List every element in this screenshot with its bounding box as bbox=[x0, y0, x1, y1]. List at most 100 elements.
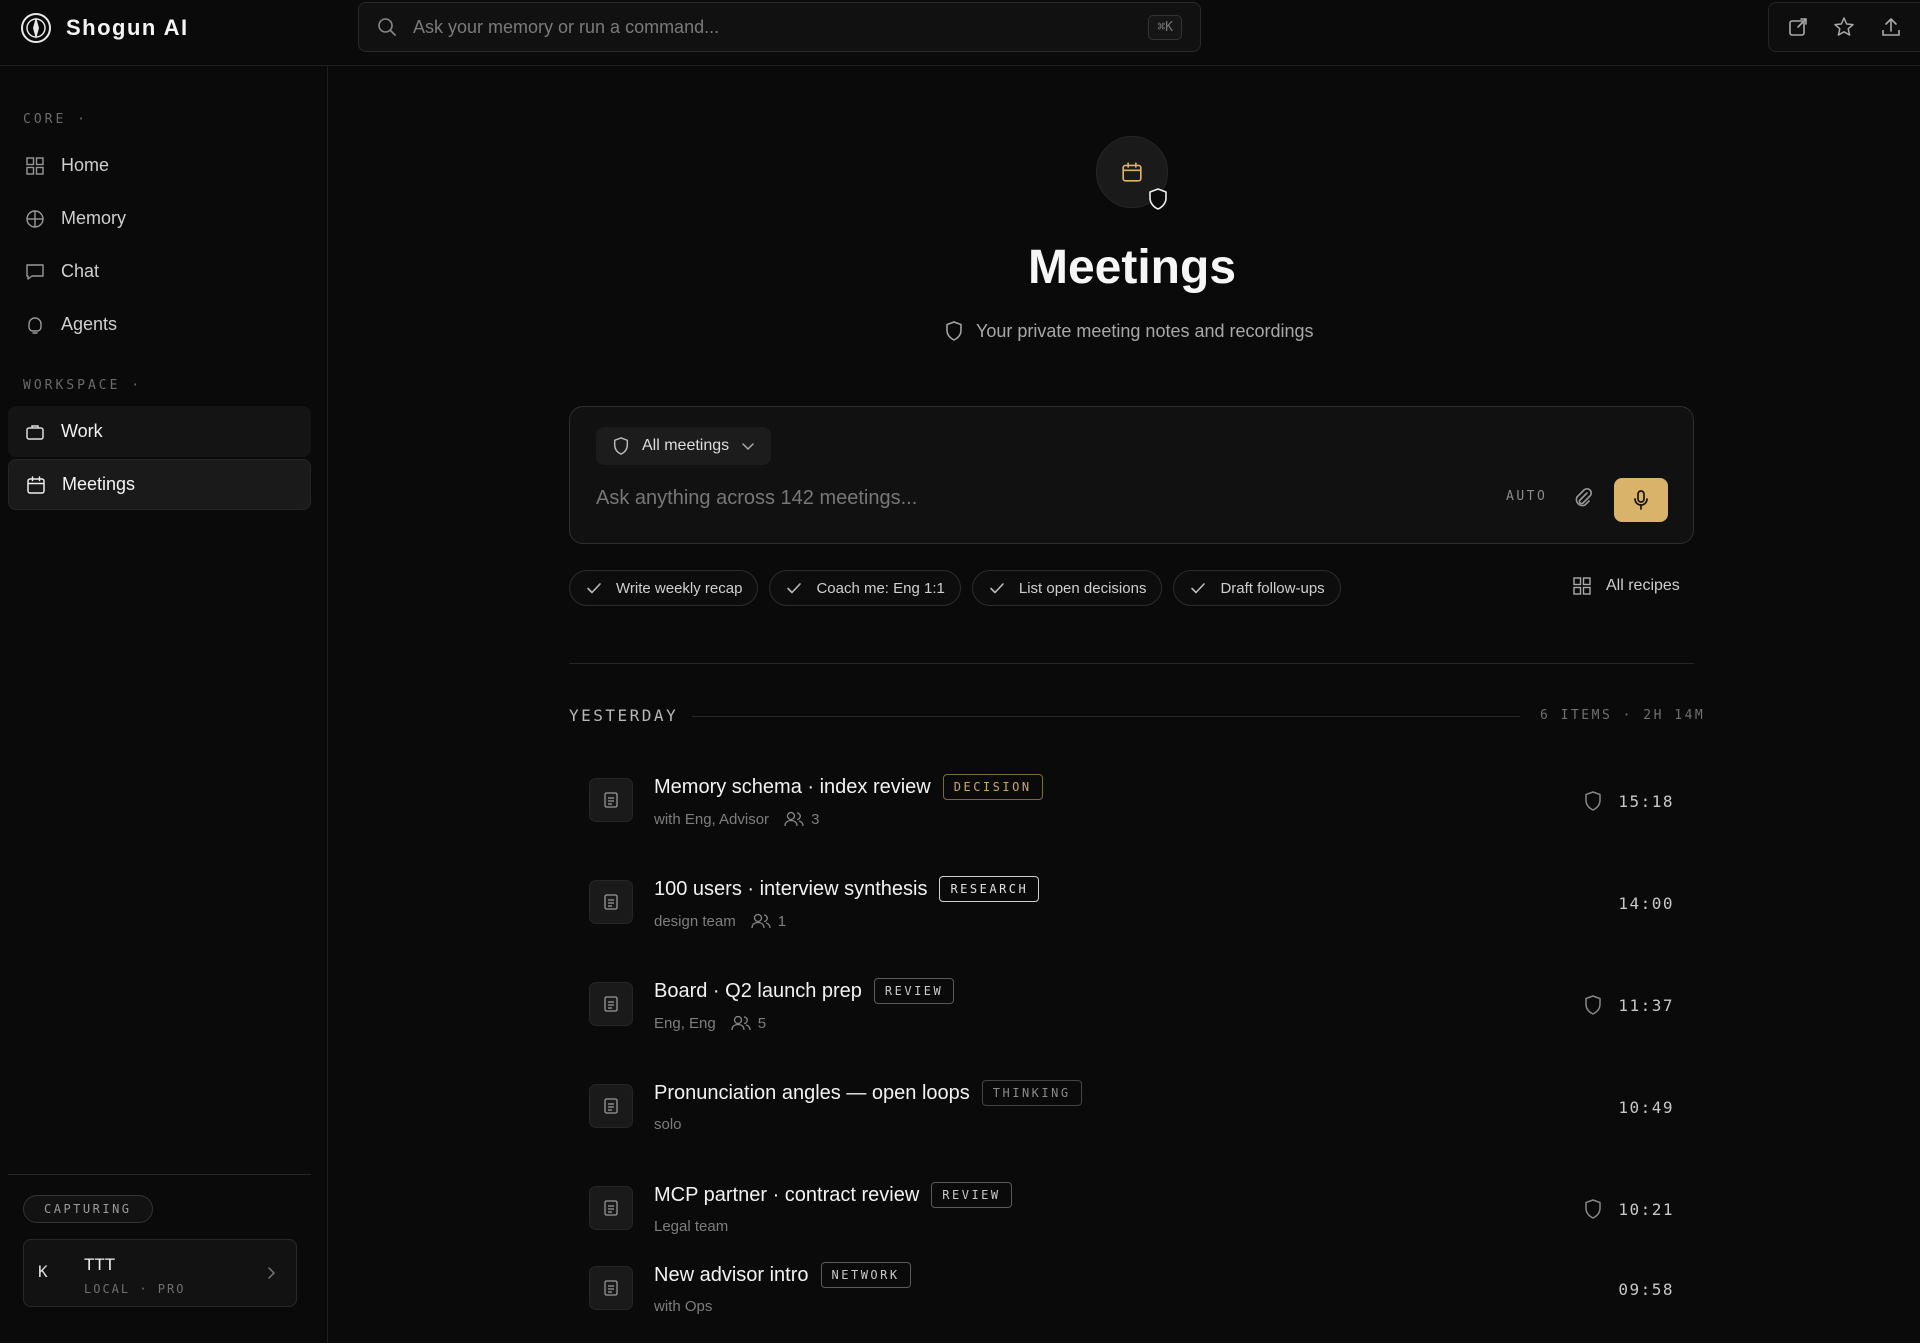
meeting-time: 14:00 bbox=[1618, 894, 1674, 913]
user-plan: LOCAL · PRO bbox=[84, 1282, 186, 1296]
favorite-button[interactable] bbox=[1828, 11, 1860, 43]
star-icon bbox=[1834, 17, 1855, 36]
search-input[interactable] bbox=[413, 16, 1149, 38]
meeting-row[interactable]: Board · Q2 launch prep REVIEW Eng, Eng 5… bbox=[569, 962, 1694, 1058]
recipe-chip-coach[interactable]: Coach me: Eng 1:1 bbox=[769, 570, 961, 606]
all-recipes-button[interactable]: All recipes bbox=[1572, 576, 1680, 596]
page-subtitle-text: Your private meeting notes and recording… bbox=[976, 320, 1314, 341]
sidebar-item-work[interactable]: Work bbox=[8, 406, 311, 457]
meeting-tag: THINKING bbox=[981, 1080, 1082, 1106]
meeting-participants: solo bbox=[654, 1116, 682, 1133]
chevron-down-icon bbox=[742, 443, 754, 451]
people-count: 5 bbox=[730, 1014, 766, 1032]
user-name: TTT bbox=[84, 1255, 116, 1274]
meeting-tag: NETWORK bbox=[820, 1262, 911, 1288]
recipe-chip-open-decisions[interactable]: List open decisions bbox=[971, 570, 1163, 606]
people-count: 3 bbox=[783, 810, 819, 828]
meeting-participants: Eng, Eng bbox=[654, 1014, 716, 1032]
meeting-meta: solo bbox=[654, 1116, 682, 1133]
section-label-workspace: WORKSPACE · bbox=[23, 378, 143, 393]
sidebar-item-memory[interactable]: Memory bbox=[8, 193, 311, 244]
meeting-tag: REVIEW bbox=[873, 978, 955, 1004]
meeting-row[interactable]: 100 users · interview synthesis RESEARCH… bbox=[569, 860, 1694, 956]
sidebar-divider bbox=[8, 1174, 311, 1175]
attach-button[interactable] bbox=[1568, 483, 1598, 513]
ask-input[interactable] bbox=[596, 483, 1476, 513]
globe-icon bbox=[26, 209, 44, 228]
meeting-meta: with Ops bbox=[654, 1298, 712, 1315]
meeting-time: 10:49 bbox=[1618, 1098, 1674, 1117]
page-title: Meetings bbox=[1027, 241, 1237, 294]
meeting-tag: RESEARCH bbox=[939, 876, 1040, 902]
people-count-value: 3 bbox=[811, 810, 820, 828]
user-account-card[interactable]: K TTT LOCAL · PRO bbox=[23, 1239, 297, 1307]
upload-icon bbox=[1882, 18, 1900, 36]
sidebar-item-home[interactable]: Home bbox=[8, 140, 311, 191]
document-icon bbox=[589, 1266, 633, 1310]
meeting-time: 09:58 bbox=[1618, 1280, 1674, 1299]
check-icon bbox=[587, 583, 601, 594]
private-shield-icon bbox=[1585, 1199, 1601, 1219]
check-icon bbox=[1191, 583, 1206, 594]
recipe-chip-weekly-recap[interactable]: Write weekly recap bbox=[569, 570, 759, 606]
check-icon bbox=[990, 583, 1004, 594]
meeting-row[interactable]: New advisor intro NETWORK with Ops 09:58 bbox=[569, 1246, 1694, 1342]
grid-icon bbox=[1573, 577, 1591, 595]
people-icon bbox=[731, 1015, 751, 1031]
meeting-time: 15:18 bbox=[1618, 792, 1674, 811]
group-meta: 6 ITEMS · 2H 14M bbox=[1540, 708, 1706, 723]
document-icon bbox=[589, 778, 633, 822]
microphone-icon bbox=[1634, 490, 1648, 510]
meeting-scope-dropdown[interactable]: All meetings bbox=[596, 427, 772, 465]
external-link-icon bbox=[1789, 18, 1807, 36]
meeting-time: 11:37 bbox=[1618, 996, 1674, 1015]
chip-label: Write weekly recap bbox=[616, 579, 743, 597]
meeting-participants: with Eng, Advisor bbox=[654, 810, 770, 828]
private-shield-icon bbox=[1585, 791, 1601, 811]
sidebar-item-label: Memory bbox=[61, 208, 127, 228]
voice-record-button[interactable] bbox=[1614, 478, 1668, 522]
shogun-logo-icon bbox=[21, 13, 51, 43]
meeting-title: Pronunciation angles — open loops bbox=[654, 1081, 970, 1104]
meeting-participants: with Ops bbox=[654, 1298, 713, 1315]
meeting-row[interactable]: Pronunciation angles — open loops THINKI… bbox=[569, 1064, 1694, 1160]
app-name: Shogun AI bbox=[66, 15, 189, 40]
document-icon bbox=[589, 880, 633, 924]
meeting-time: 10:21 bbox=[1618, 1200, 1674, 1219]
meeting-title-group: Memory schema · index review DECISION bbox=[654, 774, 1043, 800]
command-search[interactable]: ⌘K bbox=[358, 2, 1201, 52]
sidebar-item-label: Agents bbox=[61, 314, 118, 334]
sidebar-item-meetings[interactable]: Meetings bbox=[8, 459, 311, 510]
meeting-row[interactable]: Memory schema · index review DECISION wi… bbox=[569, 758, 1694, 854]
meeting-title-group: MCP partner · contract review REVIEW bbox=[654, 1182, 1012, 1208]
meeting-title-group: Pronunciation angles — open loops THINKI… bbox=[654, 1080, 1082, 1106]
sidebar-item-label: Home bbox=[61, 155, 110, 175]
document-icon bbox=[589, 982, 633, 1026]
meeting-title: 100 users · interview synthesis bbox=[654, 877, 928, 900]
ask-composer: All meetings AUTO bbox=[569, 406, 1694, 544]
meeting-participants: design team bbox=[654, 912, 736, 930]
people-icon bbox=[751, 913, 771, 929]
meeting-participants: Legal team bbox=[654, 1218, 729, 1235]
group-divider bbox=[692, 716, 1520, 717]
people-icon bbox=[784, 811, 804, 827]
open-external-button[interactable] bbox=[1782, 11, 1814, 43]
meeting-meta: Legal team bbox=[654, 1218, 728, 1235]
brand[interactable]: Shogun AI bbox=[20, 12, 189, 44]
people-count-value: 1 bbox=[777, 912, 787, 930]
meeting-tag: REVIEW bbox=[931, 1182, 1012, 1208]
meeting-title: Board · Q2 launch prep bbox=[654, 979, 862, 1002]
sidebar-item-label: Work bbox=[61, 421, 103, 441]
share-button[interactable] bbox=[1875, 11, 1907, 43]
top-actions bbox=[1768, 2, 1920, 52]
shield-icon bbox=[946, 321, 962, 341]
meeting-title: Memory schema · index review bbox=[654, 775, 931, 798]
sidebar-item-agents[interactable]: Agents bbox=[8, 299, 311, 350]
check-icon bbox=[787, 583, 802, 594]
auto-mode-toggle[interactable]: AUTO bbox=[1506, 489, 1547, 504]
meeting-title: MCP partner · contract review bbox=[654, 1183, 920, 1206]
briefcase-icon bbox=[26, 424, 44, 440]
recipe-chip-follow-ups[interactable]: Draft follow-ups bbox=[1173, 570, 1341, 606]
page-subtitle: Your private meeting notes and recording… bbox=[944, 320, 1314, 342]
chevron-right-icon bbox=[268, 1267, 276, 1279]
